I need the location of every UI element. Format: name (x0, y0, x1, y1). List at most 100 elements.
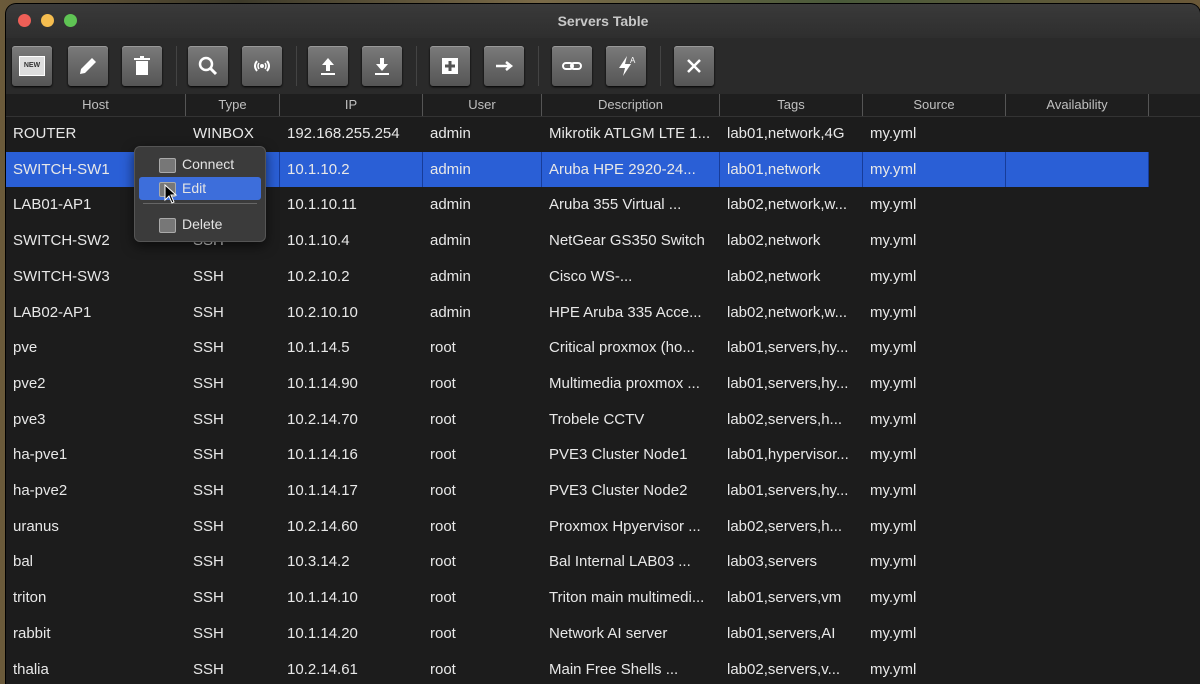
table-row[interactable]: LAB02-AP1 SSH 10.2.10.10 admin HPE Aruba 335… (6, 295, 1149, 331)
table-cell: uranus (13, 517, 59, 535)
forward-button[interactable] (484, 46, 524, 86)
table-cell: my.yml (870, 446, 917, 464)
table-cell: my.yml (863, 151, 1006, 188)
context-menu-label: Connect (182, 156, 235, 172)
table-cell: 10.2.10.2 (287, 267, 350, 285)
table-row[interactable]: pve2 SSH 10.1.14.90 root Multimedia proxmox … (6, 366, 1149, 402)
table-cell: root (430, 410, 456, 428)
table-cell: SSH (193, 303, 224, 321)
table-row[interactable]: SWITCH-SW3 SSH 10.2.10.2 admin Cisco WS-... l… (6, 259, 1149, 295)
table-cell: root (430, 589, 456, 607)
table-cell: lab01,servers,AI (727, 624, 836, 642)
table-row[interactable]: pve3 SSH 10.2.14.70 root Trobele CCTV lab02,s… (6, 402, 1149, 438)
close-button[interactable] (674, 46, 714, 86)
table-cell (1006, 509, 1149, 545)
toolbar-separator (660, 46, 661, 86)
new-button[interactable]: NEW (12, 46, 52, 86)
table-row[interactable]: ha-pve2 SSH 10.1.14.17 root PVE3 Cluster Nod… (6, 473, 1149, 509)
table-cell: my.yml (870, 589, 917, 607)
table-cell: my.yml (870, 660, 917, 678)
table-cell: lab02,servers,v... (727, 660, 841, 678)
context-menu-connect[interactable]: Connect (139, 153, 261, 176)
add-button[interactable] (430, 46, 470, 86)
trash-icon (134, 56, 150, 75)
servers-window: Servers Table NEW A Host Type IP User De… (6, 4, 1200, 684)
download-button[interactable] (362, 46, 402, 86)
table-cell (1006, 330, 1149, 366)
table-cell: my.yml (870, 624, 917, 642)
table-cell: pve (13, 339, 38, 357)
context-menu-delete[interactable]: Delete (139, 213, 261, 236)
table-cell: lab02,network,w... (727, 196, 848, 214)
table-cell: Main Free Shells ... (549, 660, 679, 678)
table-cell (1006, 295, 1149, 331)
table-row[interactable]: thalia SSH 10.2.14.61 root Main Free Shells … (6, 652, 1149, 684)
toolbar-separator (296, 46, 297, 86)
column-header[interactable]: Tags (720, 94, 863, 116)
table-cell: Aruba HPE 2920-24... (542, 151, 720, 188)
column-header[interactable]: Availability (1006, 94, 1149, 116)
table-row[interactable]: bal SSH 10.3.14.2 root Bal Internal LAB03 ..… (6, 544, 1149, 580)
table-cell: SSH (193, 374, 224, 392)
table-row[interactable]: ha-pve1 SSH 10.1.14.16 root PVE3 Cluster Nod… (6, 437, 1149, 473)
svg-text:A: A (630, 56, 636, 65)
table-cell: ha-pve2 (13, 482, 68, 499)
table-cell: Cisco WS-... (549, 267, 633, 285)
table-cell: root (430, 339, 456, 357)
table-cell (1006, 366, 1149, 402)
table-cell: admin (430, 267, 471, 285)
delete-toolbar-button[interactable] (122, 46, 162, 86)
table-cell: 10.1.14.16 (287, 446, 358, 464)
context-menu-label: Edit (182, 180, 207, 196)
table-cell: ha-pve1 (13, 446, 68, 464)
table-cell: SSH (193, 410, 224, 428)
column-header[interactable]: User (423, 94, 542, 116)
mouse-cursor-icon (164, 184, 178, 204)
table-cell: triton (13, 589, 47, 607)
table-cell: SSH (193, 267, 224, 285)
scan-button[interactable] (242, 46, 282, 86)
link-button[interactable] (552, 46, 592, 86)
column-header[interactable]: Host (6, 94, 186, 116)
table-cell: HPE Aruba 335 Acce... (549, 303, 702, 321)
table-cell: 10.2.14.70 (287, 410, 358, 428)
window-title: Servers Table (557, 13, 649, 29)
edit-toolbar-button[interactable] (68, 46, 108, 86)
table-cell: Network AI server (549, 624, 668, 642)
table-row[interactable]: pve SSH 10.1.14.5 root Critical proxmox (ho.… (6, 330, 1149, 366)
table-cell (1006, 652, 1149, 684)
table-cell: 10.1.14.10 (287, 589, 358, 607)
column-header[interactable]: Description (542, 94, 720, 116)
upload-button[interactable] (308, 46, 348, 86)
table-cell: SSH (193, 553, 224, 571)
table-cell: lab02,network,w... (727, 303, 848, 321)
table-cell: Proxmox Hpyervisor ... (549, 517, 701, 535)
context-menu: Connect Edit Delete (134, 146, 266, 242)
table-cell: 10.1.10.11 (287, 196, 357, 214)
flash-button[interactable]: A (606, 46, 646, 86)
table-cell: lab01,servers,hy... (727, 339, 849, 357)
table-row[interactable]: triton SSH 10.1.14.10 root Triton main multi… (6, 580, 1149, 616)
table-cell: SSH (193, 624, 224, 642)
search-button[interactable] (188, 46, 228, 86)
table-cell: lab03,servers (727, 553, 818, 571)
table-cell: my.yml (870, 125, 917, 142)
table-cell: lab01,servers,hy... (727, 374, 849, 392)
table-row[interactable]: rabbit SSH 10.1.14.20 root Network AI server… (6, 616, 1149, 652)
context-menu-edit[interactable]: Edit (139, 177, 261, 200)
table-cell: 10.2.14.61 (287, 660, 358, 678)
table-cell: SSH (193, 446, 224, 464)
column-header[interactable]: IP (280, 94, 423, 116)
column-header[interactable]: Source (863, 94, 1006, 116)
table-cell: my.yml (870, 232, 917, 250)
search-icon (198, 56, 218, 76)
table-cell: my.yml (870, 303, 917, 321)
table-cell: 10.2.10.10 (287, 303, 358, 321)
table-row[interactable]: uranus SSH 10.2.14.60 root Proxmox Hpyerviso… (6, 509, 1149, 545)
delete-icon (159, 218, 176, 233)
column-header[interactable]: Type (186, 94, 280, 116)
table-cell: thalia (13, 660, 49, 678)
table-cell: root (430, 482, 456, 499)
table-cell: lab02,servers,h... (727, 410, 843, 428)
table-cell: SSH (193, 517, 224, 535)
